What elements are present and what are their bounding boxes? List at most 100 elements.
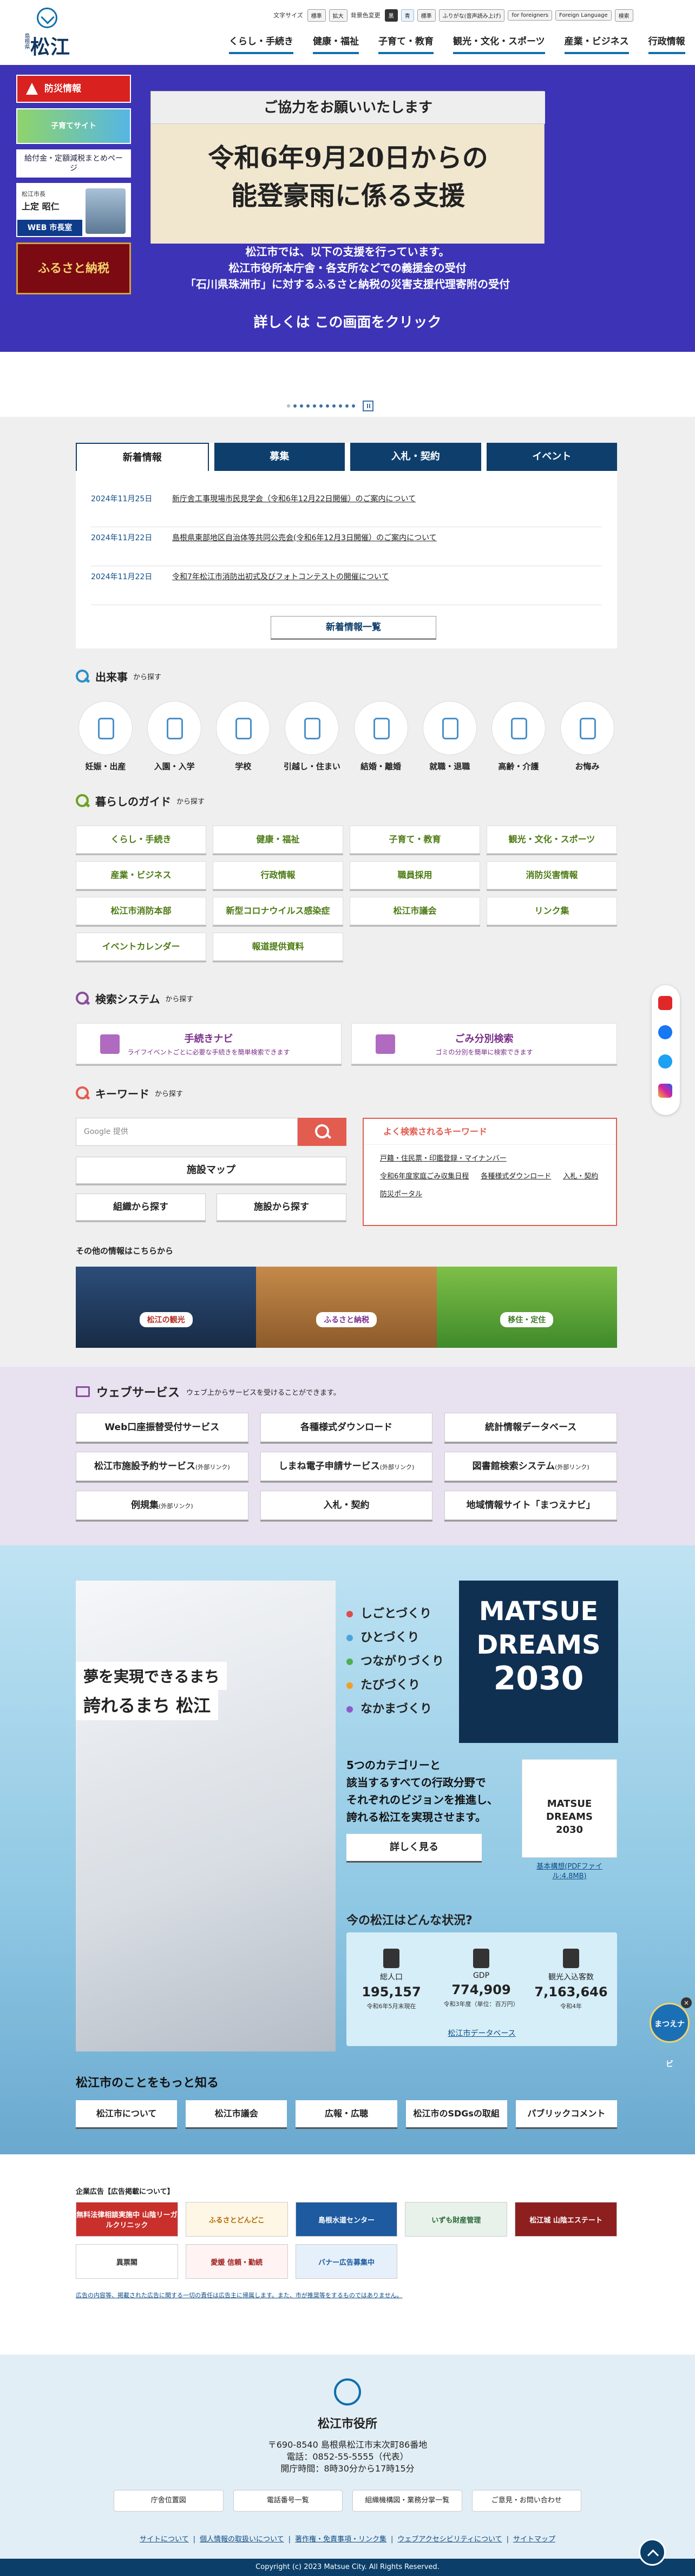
guide-item[interactable]: 松江市消防本部 xyxy=(76,897,206,925)
twitter-icon[interactable] xyxy=(658,1054,672,1069)
carousel-dot[interactable] xyxy=(313,404,316,408)
event-school-entry[interactable]: 入園・入学 xyxy=(145,701,204,772)
event-elderly[interactable]: 高齢・介護 xyxy=(489,701,548,772)
web-service-item[interactable]: 統計情報データベース xyxy=(444,1413,617,1442)
ads-disclaimer[interactable]: 広告の内容等、掲載された広告に関する一切の責任は広告主に帰属します。また、市が推… xyxy=(76,2291,403,2299)
carousel-dot[interactable] xyxy=(352,404,355,408)
migration-banner[interactable]: 移住・定住 xyxy=(436,1267,617,1348)
hero-banner[interactable]: 防災情報 子育てサイト 給付金・定額減税まとめページ 松江市長 上定 昭仁 WE… xyxy=(0,65,695,352)
ad-banner[interactable]: バナー広告募集中 xyxy=(295,2244,398,2279)
footer-link[interactable]: サイトについて xyxy=(140,2535,189,2544)
matsue-navi-float[interactable]: まつえナビ × xyxy=(650,1997,693,2069)
footer-link[interactable]: サイトマップ xyxy=(513,2535,555,2544)
ad-banner[interactable]: 島根水道センター xyxy=(295,2202,398,2237)
footer-link[interactable]: ウェブアクセシビリティについて xyxy=(397,2535,502,2544)
know-more-item[interactable]: 松江市について xyxy=(76,2100,178,2127)
know-more-item[interactable]: 広報・広聴 xyxy=(296,2100,397,2127)
nav-gyosei[interactable]: 行政情報 xyxy=(639,32,695,54)
bg-standard[interactable]: 標準 xyxy=(417,9,436,22)
search-input[interactable]: Google 提供 xyxy=(76,1118,298,1146)
event-condolence[interactable]: お悔み xyxy=(558,701,617,772)
pause-icon[interactable] xyxy=(363,401,373,411)
guide-item[interactable]: リンク集 xyxy=(487,897,617,925)
mayor-office-banner[interactable]: 松江市長 上定 昭仁 WEB 市長室 xyxy=(16,183,131,237)
carousel-dot[interactable] xyxy=(293,404,297,408)
ad-banner[interactable]: 無料法律相談実施中 山陰リーガルクリニック xyxy=(76,2202,178,2237)
web-service-item[interactable]: 例規集(外部リンク) xyxy=(76,1491,248,1520)
foreigners-button[interactable]: for foreigners xyxy=(508,10,553,21)
kids-site-banner[interactable]: 子育てサイト xyxy=(16,108,131,144)
database-link[interactable]: 松江市データベース xyxy=(346,2028,617,2038)
carousel-dot[interactable] xyxy=(326,404,329,408)
furusato-tax-banner[interactable]: ふるさと納税 xyxy=(256,1267,437,1348)
keyword-link[interactable]: 令和6年度家庭ごみ収集日程 xyxy=(380,1170,469,1181)
tab-new[interactable]: 新着情報 xyxy=(76,443,209,471)
instagram-icon[interactable] xyxy=(658,1084,672,1098)
keyword-link[interactable]: 戸籍・住民票・印鑑登録・マイナンバー xyxy=(380,1152,507,1163)
nav-kenko[interactable]: 健康・福祉 xyxy=(303,32,369,54)
carousel-dot[interactable] xyxy=(300,404,303,408)
news-link[interactable]: 令和7年松江市消防出初式及びフォトコンテストの開催について xyxy=(172,572,602,605)
carousel-dot[interactable] xyxy=(319,404,323,408)
keyword-link[interactable]: 防災ポータル xyxy=(380,1188,422,1198)
carousel-dot[interactable] xyxy=(306,404,310,408)
ads-title[interactable]: 企業広告【広告掲載について】 xyxy=(76,2186,174,2196)
keyword-link[interactable]: 入札・契約 xyxy=(563,1170,598,1181)
plan-pdf-link[interactable]: 基本構想(PDFファイル:4.8MB) xyxy=(522,1862,617,1882)
guide-item[interactable]: 観光・文化・スポーツ xyxy=(487,825,617,854)
footer-link[interactable]: 著作権・免責事項・リンク集 xyxy=(295,2535,386,2544)
nav-kurashi[interactable]: くらし・手続き xyxy=(219,32,303,54)
procedure-navi-button[interactable]: 手続きナビ ライフイベントごとに必要な手続きを簡単検索できます xyxy=(76,1023,342,1064)
search-by-facility-button[interactable]: 施設から探す xyxy=(217,1194,346,1221)
news-link[interactable]: 島根県東部地区自治体等共同公売会(令和6年12月3日開催）のご案内について xyxy=(172,533,602,566)
web-service-item[interactable]: しまね電子申請サービス(外部リンク) xyxy=(260,1452,433,1481)
carousel-dot[interactable] xyxy=(339,404,342,408)
header-search-button[interactable]: 検索 xyxy=(614,9,633,22)
event-job[interactable]: 就職・退職 xyxy=(420,701,480,772)
search-submit-button[interactable] xyxy=(298,1118,346,1146)
keyword-link[interactable]: 各種様式ダウンロード xyxy=(481,1170,551,1181)
guide-item[interactable]: 健康・福祉 xyxy=(213,825,343,854)
event-moving[interactable]: 引越し・住まい xyxy=(282,701,342,772)
ad-banner[interactable]: いずも財産管理 xyxy=(405,2202,508,2237)
plan-booklet-image[interactable]: MATSUE DREAMS 2030 xyxy=(522,1759,617,1858)
furusato-banner[interactable]: ふるさと納税 xyxy=(16,242,131,294)
know-more-item[interactable]: 松江市のSDGsの取組 xyxy=(405,2100,507,2127)
know-more-item[interactable]: 松江市議会 xyxy=(186,2100,287,2127)
ruby-button[interactable]: ふりがな(音声読み上げ) xyxy=(438,9,505,22)
event-pregnancy[interactable]: 妊娠・出産 xyxy=(76,701,135,772)
guide-item[interactable]: 職員採用 xyxy=(350,861,480,889)
ad-banner[interactable]: ふるさとどんどこ xyxy=(185,2202,288,2237)
web-service-item[interactable]: 各種様式ダウンロード xyxy=(260,1413,433,1442)
language-select[interactable]: Foreign Language xyxy=(555,10,612,21)
carousel-dot[interactable] xyxy=(287,404,290,408)
guide-item[interactable]: くらし・手続き xyxy=(76,825,206,854)
web-service-item[interactable]: 図書館検索システム(外部リンク) xyxy=(444,1452,617,1481)
footer-link[interactable]: 個人情報の取扱いについて xyxy=(200,2535,284,2544)
guide-item[interactable]: イベントカレンダー xyxy=(76,933,206,961)
carousel-dot[interactable] xyxy=(345,404,349,408)
nav-kanko[interactable]: 観光・文化・スポーツ xyxy=(443,32,555,54)
footer-map-button[interactable]: 庁舎位置図 xyxy=(114,2490,224,2512)
tab-bid[interactable]: 入札・契約 xyxy=(350,443,481,471)
guide-item[interactable]: 松江市議会 xyxy=(350,897,480,925)
footer-contact-button[interactable]: ご意見・お問い合わせ xyxy=(471,2490,581,2512)
news-more-button[interactable]: 新着情報一覧 xyxy=(271,616,436,639)
search-by-org-button[interactable]: 組織から探す xyxy=(76,1194,206,1221)
event-school[interactable]: 学校 xyxy=(213,701,273,772)
garbage-search-button[interactable]: ごみ分別検索 ゴミの分別を簡単に検索できます xyxy=(351,1023,617,1064)
benefit-banner[interactable]: 給付金・定額減税まとめページ xyxy=(16,149,131,178)
news-link[interactable]: 新庁舎工事現場市民見学会（令和6年12月22日開催）のご案内について xyxy=(172,494,602,527)
facebook-icon[interactable] xyxy=(658,1025,672,1039)
text-size-large[interactable]: 拡大 xyxy=(329,9,348,22)
tourism-banner[interactable]: 松江の観光 xyxy=(76,1267,257,1348)
close-icon[interactable]: × xyxy=(681,1997,692,2008)
guide-item[interactable]: 行政情報 xyxy=(213,861,343,889)
web-service-item[interactable]: Web口座振替受付サービス xyxy=(76,1413,248,1442)
guide-item[interactable]: 新型コロナウイルス感染症 xyxy=(213,897,343,925)
page-top-button[interactable] xyxy=(639,2539,666,2566)
mascot-bubble[interactable]: まつえナビ xyxy=(650,2003,690,2069)
guide-item[interactable]: 子育て・教育 xyxy=(350,825,480,854)
event-marriage[interactable]: 結婚・離婚 xyxy=(351,701,411,772)
carousel-dot[interactable] xyxy=(332,404,336,408)
